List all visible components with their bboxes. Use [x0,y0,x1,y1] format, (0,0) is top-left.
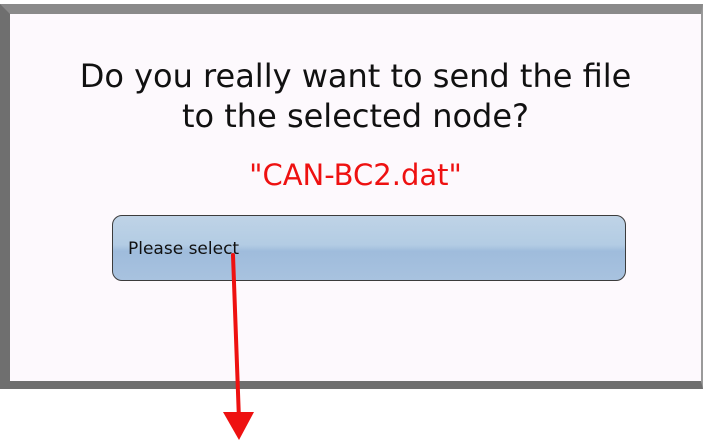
screenshot-stage: Do you really want to send the file to t… [0,0,703,444]
node-select-value: Please select [128,239,240,259]
annotation-arrow-head [223,412,254,440]
filename-label: "CAN-BC2.dat" [249,158,462,192]
node-select-dropdown[interactable]: Please select [112,215,626,281]
confirm-dialog: Do you really want to send the file to t… [0,4,703,389]
question-line-2: to the selected node? [181,97,530,135]
confirm-question: Do you really want to send the file to t… [10,56,701,136]
question-line-1: Do you really want to send the file [79,57,632,95]
